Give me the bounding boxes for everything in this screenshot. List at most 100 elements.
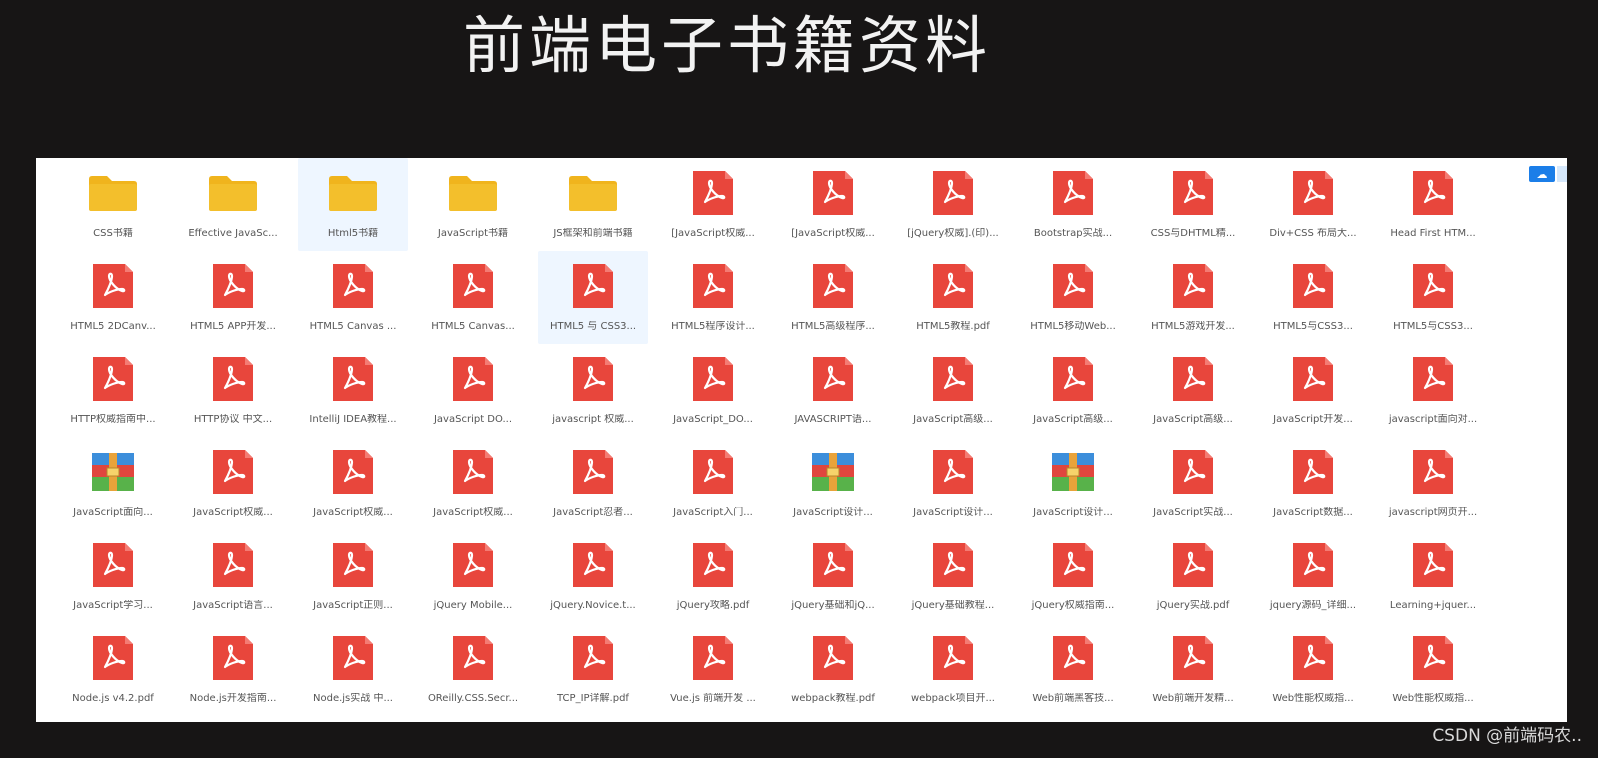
folder-item[interactable]: CSS书籍 <box>58 158 168 251</box>
pdf-icon <box>1045 633 1101 683</box>
file-label: Vue.js 前端开发 ... <box>670 693 756 704</box>
file-item[interactable]: [JavaScript权威... <box>658 158 768 251</box>
file-item[interactable]: webpack项目开... <box>898 623 1008 716</box>
file-item[interactable]: HTML5 Canvas... <box>418 251 528 344</box>
file-item[interactable]: HTML5教程.pdf <box>898 251 1008 344</box>
file-item[interactable]: HTML5游戏开发... <box>1138 251 1248 344</box>
file-item[interactable]: HTML5 APP开发... <box>178 251 288 344</box>
file-label: JavaScript高级... <box>1033 414 1113 425</box>
file-item[interactable]: Web前端开发精... <box>1138 623 1248 716</box>
file-item[interactable]: jQuery Mobile... <box>418 530 528 623</box>
pdf-icon <box>685 261 741 311</box>
file-item[interactable]: JavaScript设计... <box>778 437 888 530</box>
pdf-icon <box>325 261 381 311</box>
file-item[interactable]: javascript 权威... <box>538 344 648 437</box>
file-item[interactable]: JavaScript设计... <box>898 437 1008 530</box>
pdf-icon <box>205 447 261 497</box>
file-item[interactable]: TCP_IP详解.pdf <box>538 623 648 716</box>
pdf-icon <box>325 447 381 497</box>
file-item[interactable]: Web性能权威指... <box>1258 623 1368 716</box>
file-item[interactable]: HTML5移动Web... <box>1018 251 1128 344</box>
file-label: JS框架和前端书籍 <box>553 228 633 239</box>
file-item[interactable]: HTML5 Canvas ... <box>298 251 408 344</box>
file-item[interactable]: JavaScript权威... <box>178 437 288 530</box>
file-item[interactable]: JavaScript数据... <box>1258 437 1368 530</box>
file-label: JavaScript权威... <box>313 507 393 518</box>
file-item[interactable]: JavaScript高级... <box>1018 344 1128 437</box>
file-item[interactable]: JavaScript权威... <box>298 437 408 530</box>
file-item[interactable]: Head First HTM... <box>1378 158 1488 251</box>
file-label: JavaScript正则... <box>313 600 393 611</box>
file-item[interactable]: Learning+jquer... <box>1378 530 1488 623</box>
file-item[interactable]: javascript面向对... <box>1378 344 1488 437</box>
file-item[interactable]: JavaScript DO... <box>418 344 528 437</box>
file-item[interactable]: Node.js开发指南... <box>178 623 288 716</box>
file-item[interactable]: Vue.js 前端开发 ... <box>658 623 768 716</box>
file-item[interactable]: JavaScript高级... <box>898 344 1008 437</box>
file-label: Node.js v4.2.pdf <box>72 693 154 704</box>
file-item[interactable]: CSS与DHTML精... <box>1138 158 1248 251</box>
file-item[interactable]: HTML5高级程序... <box>778 251 888 344</box>
file-item[interactable]: [jQuery权威].(印)... <box>898 158 1008 251</box>
file-item[interactable]: jQuery攻略.pdf <box>658 530 768 623</box>
file-item[interactable]: jQuery实战.pdf <box>1138 530 1248 623</box>
file-item[interactable]: JavaScript开发... <box>1258 344 1368 437</box>
file-label: HTTP权威指南中... <box>70 414 156 425</box>
file-item[interactable]: [JavaScript权威... <box>778 158 888 251</box>
page-title: 前端电子书籍资料 <box>462 9 991 82</box>
file-label: jQuery基础教程... <box>911 600 995 611</box>
folder-item[interactable]: Effective JavaSc... <box>178 158 288 251</box>
file-item[interactable]: HTTP权威指南中... <box>58 344 168 437</box>
file-item[interactable]: JavaScript实战... <box>1138 437 1248 530</box>
file-label: HTML5与CSS3... <box>1393 321 1473 332</box>
pdf-icon <box>1045 540 1101 590</box>
file-item[interactable]: Node.js v4.2.pdf <box>58 623 168 716</box>
folder-item[interactable]: JavaScript书籍 <box>418 158 528 251</box>
file-item[interactable]: JAVASCRIPT语... <box>778 344 888 437</box>
file-item[interactable]: HTML5与CSS3... <box>1378 251 1488 344</box>
file-label: JavaScript开发... <box>1273 414 1353 425</box>
file-item[interactable]: HTTP协议 中文... <box>178 344 288 437</box>
file-item[interactable]: JavaScript设计... <box>1018 437 1128 530</box>
file-item[interactable]: Web前端黑客技... <box>1018 623 1128 716</box>
file-browser-panel: CSS书籍 Effective JavaSc... Html5书籍 JavaSc… <box>36 158 1567 722</box>
file-item[interactable]: jQuery.Novice.t... <box>538 530 648 623</box>
pdf-icon <box>685 633 741 683</box>
pdf-icon <box>1405 261 1461 311</box>
file-item[interactable]: Web性能权威指... <box>1378 623 1488 716</box>
pdf-icon <box>1285 354 1341 404</box>
file-item[interactable]: webpack教程.pdf <box>778 623 888 716</box>
file-item[interactable]: JavaScript学习... <box>58 530 168 623</box>
file-item[interactable]: Node.js实战 中... <box>298 623 408 716</box>
cloud-sync-button[interactable]: ☁ <box>1529 166 1555 182</box>
file-item[interactable]: jquery源码_详细... <box>1258 530 1368 623</box>
file-item[interactable]: Div+CSS 布局大... <box>1258 158 1368 251</box>
file-item[interactable]: JavaScript高级... <box>1138 344 1248 437</box>
file-item[interactable]: OReilly.CSS.Secr... <box>418 623 528 716</box>
file-item[interactable]: JavaScript正则... <box>298 530 408 623</box>
file-item[interactable]: javascript网页开... <box>1378 437 1488 530</box>
file-item[interactable]: HTML5与CSS3... <box>1258 251 1368 344</box>
file-item[interactable]: JavaScript面向... <box>58 437 168 530</box>
folder-item[interactable]: Html5书籍 <box>298 158 408 251</box>
file-item[interactable]: JavaScript忍者... <box>538 437 648 530</box>
file-item[interactable]: JavaScript_DO... <box>658 344 768 437</box>
file-item[interactable]: JavaScript权威... <box>418 437 528 530</box>
file-item[interactable]: jQuery权威指南... <box>1018 530 1128 623</box>
file-label: Html5书籍 <box>327 228 379 239</box>
pdf-icon <box>565 540 621 590</box>
file-item[interactable]: JavaScript入门... <box>658 437 768 530</box>
file-item[interactable]: HTML5程序设计... <box>658 251 768 344</box>
file-item[interactable]: HTML5 2DCanv... <box>58 251 168 344</box>
file-item[interactable]: JavaScript语言... <box>178 530 288 623</box>
folder-item[interactable]: JS框架和前端书籍 <box>538 158 648 251</box>
file-item[interactable]: HTML5 与 CSS3... <box>538 251 648 344</box>
file-item[interactable]: jQuery基础和jQ... <box>778 530 888 623</box>
file-label: HTTP协议 中文... <box>193 414 273 425</box>
file-item[interactable]: jQuery基础教程... <box>898 530 1008 623</box>
archive-icon <box>805 447 861 497</box>
file-item[interactable]: IntelliJ IDEA教程... <box>298 344 408 437</box>
file-label: [JavaScript权威... <box>671 228 755 239</box>
pdf-icon <box>445 633 501 683</box>
file-item[interactable]: Bootstrap实战... <box>1018 158 1128 251</box>
